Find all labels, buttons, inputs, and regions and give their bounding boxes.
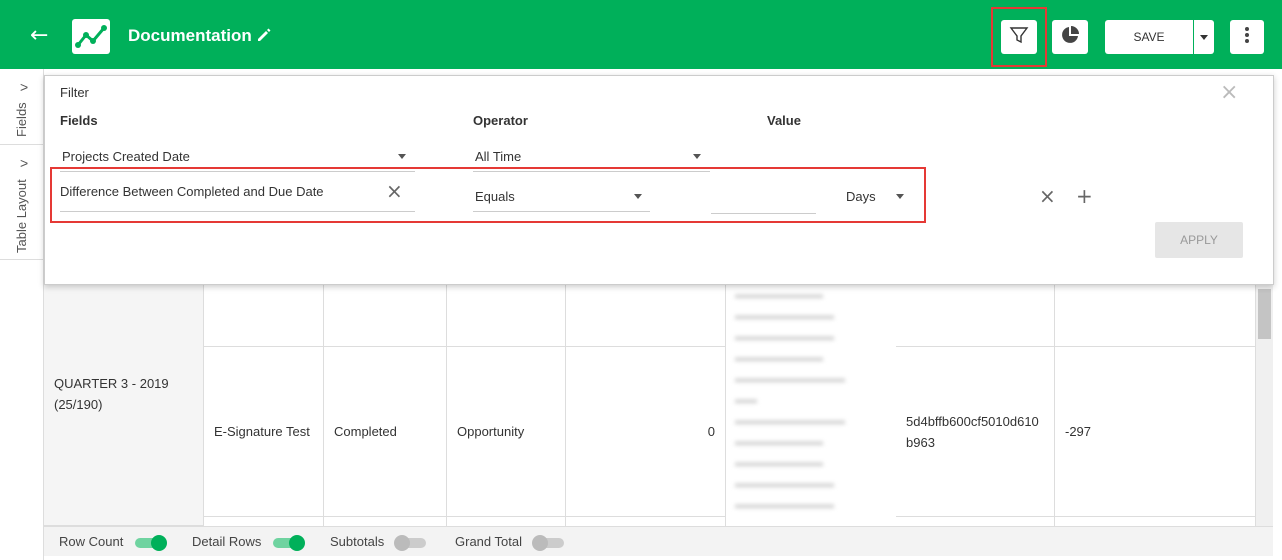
table-cell [566,517,726,526]
chevron-down-icon [398,154,406,159]
table-cell: E-Signature Test [204,347,324,517]
more-vertical-icon [1244,26,1250,49]
status-cell: Completed [334,424,397,439]
subtotals-label: Subtotals [330,534,385,549]
row-count-label: Row Count [59,534,124,549]
tab-fields-label: Fields [14,102,29,137]
table-options-bar: Row Count Detail Rows Subtotals Grand To… [44,526,1273,556]
fields-header: Fields [60,113,98,128]
name-cell: E-Signature Test [214,424,310,439]
top-bar: ← Documentation SAVE [0,0,1282,69]
table-cell [1055,517,1256,526]
detail-rows-label: Detail Rows [192,534,262,549]
scrollbar-thumb[interactable] [1258,289,1271,339]
value-header: Value [767,113,801,128]
type-cell: Opportunity [457,424,525,439]
pencil-icon[interactable] [256,27,272,48]
filter-panel-title: Filter [60,85,89,100]
table-cell [896,517,1055,526]
grand-total-toggle[interactable]: Grand Total [455,534,564,551]
filter-panel: Filter × Fields Operator Value Projects … [44,75,1274,285]
toggle-switch[interactable] [272,534,305,551]
id-cell: 5d4bffb600cf5010d610b963 [906,413,1039,450]
tab-table-layout[interactable]: > Table Layout [0,145,44,260]
table-cell [896,285,1055,347]
detail-rows-toggle[interactable]: Detail Rows [192,534,305,551]
redacted-emails: ▬▬▬▬▬▬▬▬ ▬▬▬▬▬▬▬▬▬ ▬▬▬▬▬▬▬▬▬ ▬▬▬▬▬▬▬▬ ▬▬▬▬▬▬… [735,289,845,511]
tab-fields[interactable]: > Fields [0,69,44,145]
apply-button[interactable]: APPLY [1155,222,1243,258]
line-chart-icon [72,19,110,54]
chevron-down-icon [693,154,701,159]
row-count-toggle[interactable]: Row Count [59,534,167,551]
arrow-left-icon[interactable]: ← [30,25,48,47]
table-cell: Opportunity [447,347,566,517]
diff-cell: -297 [1065,424,1092,439]
table-cell: 5d4bffb600cf5010d610b963 [896,347,1055,517]
table-cell [324,517,447,526]
table-cell: Completed [324,347,447,517]
page-title: Documentation [128,26,252,45]
left-sidebar: > Fields > Table Layout [0,69,44,560]
operator-select-value: All Time [475,149,522,164]
table-cell [204,517,324,526]
grand-total-label: Grand Total [455,534,522,549]
group-label: QUARTER 3 - 2019 (25/190) [54,376,169,412]
table-cell [204,285,324,347]
table-cell: 0 [566,347,726,517]
table-cell [566,285,726,347]
chart-type-button[interactable] [1052,20,1088,54]
chevron-right-icon: > [20,155,29,171]
save-dropdown-button[interactable] [1194,20,1214,54]
amount-cell: 0 [707,424,715,439]
table-cell [324,285,447,347]
toggle-switch[interactable] [134,534,167,551]
filter-row-highlight [50,167,926,223]
pie-chart-icon [1060,25,1080,50]
report-table: QUARTER 3 - 2019 (25/190) E-Signature Te… [44,285,1256,526]
table-cell [1055,285,1256,347]
remove-filter-icon[interactable]: × [1039,184,1056,208]
table-cell [447,517,566,526]
operator-header: Operator [473,113,528,128]
toggle-switch[interactable] [393,534,426,551]
filter-highlight [991,7,1047,67]
table-cell: -297 [1055,347,1256,517]
field-select-value: Projects Created Date [62,149,190,164]
more-menu-button[interactable] [1230,20,1264,54]
close-icon[interactable]: × [1220,82,1238,104]
table-cell [447,285,566,347]
subtotals-toggle[interactable]: Subtotals [330,534,426,551]
chevron-right-icon: > [20,79,29,95]
tab-table-layout-label: Table Layout [14,179,29,253]
toggle-switch[interactable] [531,534,564,551]
add-filter-icon[interactable]: + [1076,184,1093,208]
save-button[interactable]: SAVE [1105,20,1193,54]
